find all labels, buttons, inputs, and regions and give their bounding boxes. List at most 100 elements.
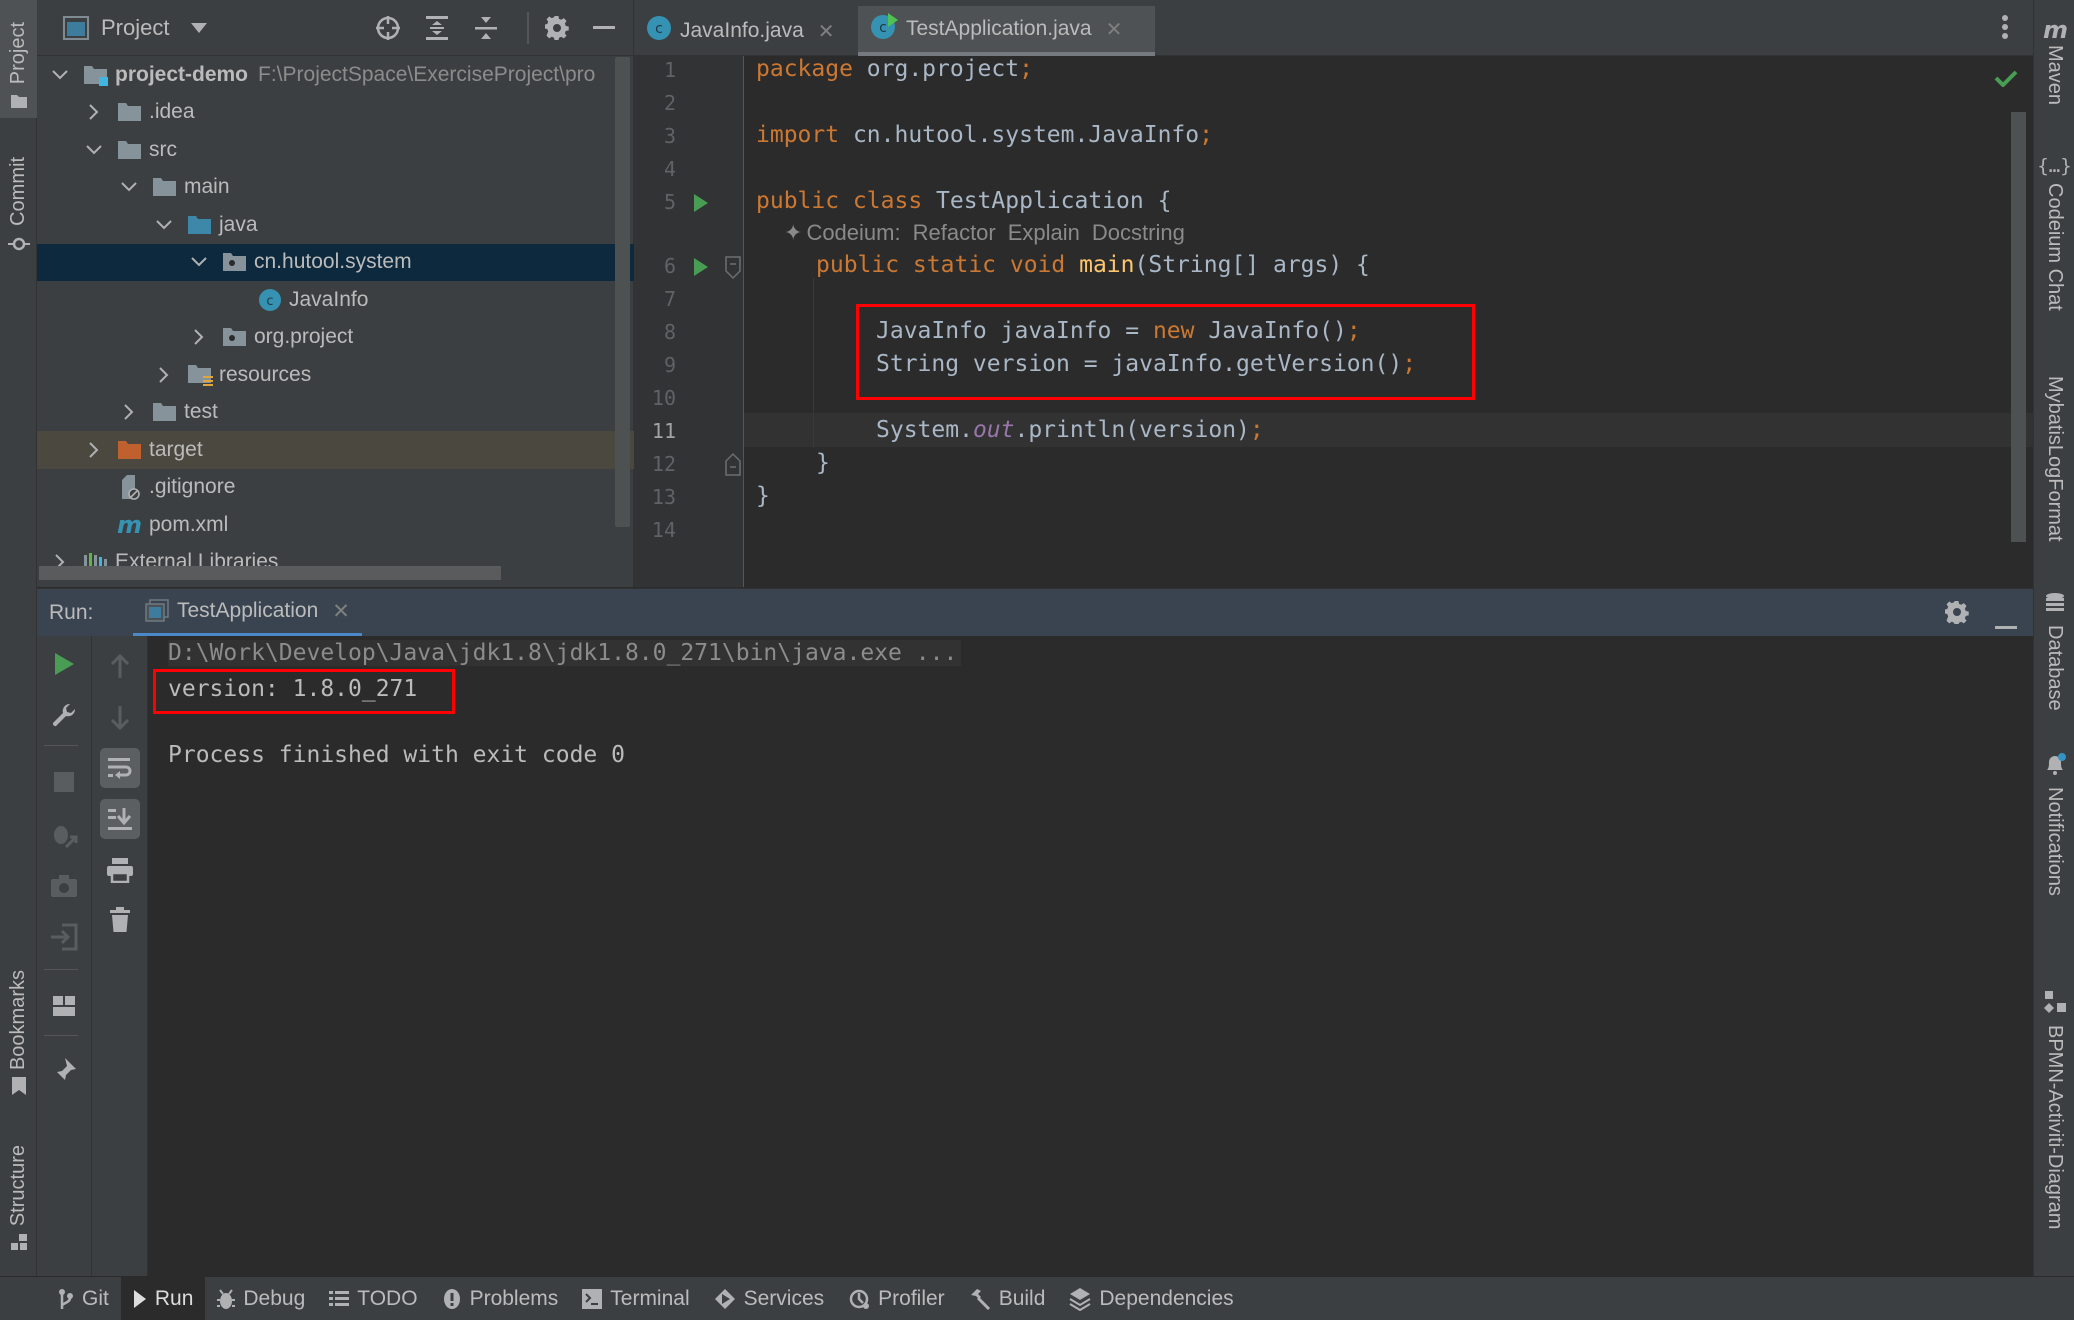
tree-item-resources[interactable]: resources bbox=[37, 356, 634, 394]
soft-wrap-icon[interactable] bbox=[100, 748, 140, 788]
chevron-right-icon[interactable] bbox=[188, 326, 210, 348]
module-folder-icon bbox=[83, 64, 109, 86]
run-gutter-icon[interactable] bbox=[693, 257, 709, 282]
scroll-to-end-icon[interactable] bbox=[100, 799, 140, 839]
print-icon[interactable] bbox=[100, 850, 140, 890]
terminal-icon bbox=[582, 1288, 603, 1309]
bottom-tab-profiler[interactable]: Profiler bbox=[836, 1277, 957, 1320]
pin-icon[interactable] bbox=[44, 1050, 84, 1090]
tree-item-test[interactable]: test bbox=[37, 394, 634, 432]
services-icon bbox=[714, 1288, 736, 1310]
run-console[interactable]: D:\Work\Develop\Java\jdk1.8\jdk1.8.0_271… bbox=[148, 636, 2033, 1276]
tool-tab-commit[interactable]: Commit bbox=[0, 150, 37, 260]
collapse-all-icon[interactable] bbox=[472, 14, 500, 42]
tree-item-src[interactable]: src bbox=[37, 131, 634, 169]
project-view-selector[interactable]: Project bbox=[101, 15, 169, 41]
locate-icon[interactable] bbox=[374, 14, 402, 42]
login-icon[interactable] bbox=[44, 917, 84, 957]
fold-icon[interactable] bbox=[725, 452, 741, 481]
more-options-icon[interactable] bbox=[2001, 14, 2009, 45]
tool-tab-notifications[interactable]: Notifications bbox=[2034, 752, 2074, 896]
code-line-1: package org.project; bbox=[756, 56, 1033, 82]
chevron-down-icon[interactable] bbox=[191, 22, 208, 33]
code-line-13: } bbox=[756, 483, 770, 509]
chevron-right-icon[interactable] bbox=[153, 364, 175, 386]
line-number: 5 bbox=[663, 190, 676, 214]
bottom-tab-services[interactable]: Services bbox=[702, 1277, 837, 1320]
codeium-refactor-link[interactable]: Refactor bbox=[913, 220, 996, 245]
wrench-icon[interactable] bbox=[44, 696, 84, 736]
highlight-box-code bbox=[856, 304, 1475, 400]
arrow-up-icon[interactable] bbox=[100, 646, 140, 686]
tree-item-gitignore[interactable]: .gitignore bbox=[37, 469, 634, 507]
layout-icon[interactable] bbox=[44, 986, 84, 1026]
chevron-down-icon[interactable] bbox=[188, 251, 210, 273]
tree-item-cn-hutool-system[interactable]: cn.hutool.system bbox=[37, 243, 634, 281]
bottom-tab-todo[interactable]: TODO bbox=[317, 1277, 429, 1320]
toolbar-separator bbox=[44, 745, 78, 746]
close-tab-icon[interactable]: ✕ bbox=[332, 599, 350, 624]
fold-icon[interactable] bbox=[725, 256, 741, 285]
tree-item-pom-xml[interactable]: m pom.xml bbox=[37, 506, 634, 544]
chevron-down-icon[interactable] bbox=[118, 176, 140, 198]
tool-tab-maven[interactable]: m Maven bbox=[2034, 16, 2074, 105]
bottom-tab-git[interactable]: Git bbox=[46, 1277, 121, 1320]
bottom-tab-dependencies[interactable]: Dependencies bbox=[1057, 1277, 1245, 1320]
svg-text:m: m bbox=[117, 514, 142, 536]
stop-icon[interactable] bbox=[44, 762, 84, 802]
tool-tab-project[interactable]: Project bbox=[0, 0, 37, 118]
tree-item-javainfo[interactable]: c JavaInfo bbox=[37, 281, 634, 319]
chevron-right-icon[interactable] bbox=[83, 101, 105, 123]
tree-item-project-demo[interactable]: project-demo F:\ProjectSpace\ExercisePro… bbox=[37, 56, 634, 94]
chevron-down-icon[interactable] bbox=[83, 139, 105, 161]
arrow-down-icon[interactable] bbox=[100, 698, 140, 738]
tool-tab-mybatislogformat[interactable]: MybatisLogFormat bbox=[2034, 370, 2074, 542]
expand-all-icon[interactable] bbox=[423, 14, 451, 42]
tree-item-org-project[interactable]: org.project bbox=[37, 319, 634, 357]
git-branch-icon bbox=[58, 1288, 74, 1310]
close-tab-icon[interactable]: ✕ bbox=[1106, 17, 1123, 42]
tree-vertical-scrollbar[interactable] bbox=[615, 57, 630, 527]
chevron-down-icon[interactable] bbox=[49, 64, 71, 86]
tool-tab-database[interactable]: Database bbox=[2034, 592, 2074, 711]
tool-tab-structure[interactable]: Structure bbox=[0, 1135, 37, 1260]
code-line-5: public class TestApplication { bbox=[756, 188, 1172, 214]
profiler-icon bbox=[848, 1288, 870, 1310]
bottom-tab-problems[interactable]: Problems bbox=[430, 1277, 571, 1320]
bottom-tab-build[interactable]: Build bbox=[957, 1277, 1058, 1320]
code-editor[interactable]: 1 2 3 4 5 6 7 8 9 10 11 12 13 14 package… bbox=[634, 56, 2033, 587]
debug-attach-icon[interactable] bbox=[44, 814, 84, 854]
tree-item-target[interactable]: target bbox=[37, 431, 634, 469]
chevron-right-icon[interactable] bbox=[118, 401, 140, 423]
chevron-right-icon[interactable] bbox=[83, 439, 105, 461]
tree-item-idea[interactable]: .idea bbox=[37, 94, 634, 132]
tree-horizontal-scrollbar[interactable] bbox=[39, 566, 501, 580]
trash-icon[interactable] bbox=[100, 900, 140, 940]
camera-icon[interactable] bbox=[44, 866, 84, 906]
tree-item-main[interactable]: main bbox=[37, 169, 634, 207]
run-gutter-icon[interactable] bbox=[693, 193, 709, 218]
close-tab-icon[interactable]: ✕ bbox=[818, 19, 835, 44]
tab-javainfo-java[interactable]: c JavaInfo.java ✕ bbox=[634, 6, 847, 56]
tool-tab-bookmarks[interactable]: Bookmarks bbox=[0, 955, 37, 1105]
svg-text:c: c bbox=[655, 21, 663, 37]
no-problems-check-icon[interactable] bbox=[1994, 68, 2018, 92]
gear-icon[interactable] bbox=[543, 14, 571, 42]
tool-tab-bpmn-activiti-diagram[interactable]: BPMN-Activiti-Diagram bbox=[2034, 990, 2074, 1229]
codeium-explain-link[interactable]: Explain bbox=[1008, 220, 1080, 245]
codeium-docstring-link[interactable]: Docstring bbox=[1092, 220, 1185, 245]
tool-tab-codeium-chat[interactable]: {…} Codeium Chat bbox=[2034, 155, 2074, 311]
chevron-down-icon[interactable] bbox=[153, 214, 175, 236]
gear-icon[interactable] bbox=[1944, 600, 1969, 629]
bottom-tab-run[interactable]: Run bbox=[120, 1276, 206, 1320]
bottom-tab-terminal[interactable]: Terminal bbox=[570, 1277, 701, 1320]
rerun-icon[interactable] bbox=[44, 644, 84, 684]
tab-testapplication-java[interactable]: c TestApplication.java ✕ bbox=[858, 6, 1155, 56]
editor-vertical-scrollbar[interactable] bbox=[2011, 112, 2026, 542]
hide-panel-icon[interactable] bbox=[1995, 611, 2017, 635]
hide-panel-icon[interactable] bbox=[590, 14, 618, 42]
console-command-line: D:\Work\Develop\Java\jdk1.8\jdk1.8.0_271… bbox=[168, 640, 962, 666]
tree-item-java[interactable]: java bbox=[37, 206, 634, 244]
run-tab-testapplication[interactable]: TestApplication ✕ bbox=[133, 589, 362, 637]
bottom-tab-debug[interactable]: Debug bbox=[205, 1277, 317, 1320]
